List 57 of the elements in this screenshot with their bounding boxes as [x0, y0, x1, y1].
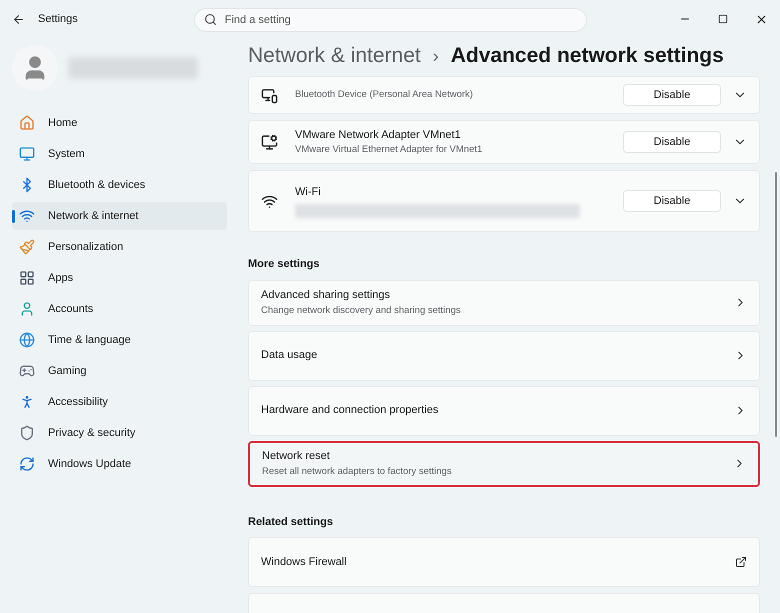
window-title: Settings — [38, 12, 78, 27]
sidebar-item[interactable]: Apps — [12, 264, 227, 292]
settings-card[interactable]: Network reset Reset all network adapters to factory settings — [248, 440, 760, 486]
breadcrumb-separator: › — [432, 44, 439, 68]
external-link-icon — [735, 556, 747, 568]
disable-button[interactable]: Disable — [623, 131, 721, 153]
settings-card[interactable]: Hardware and connection properties — [248, 386, 760, 436]
adapter-description: Bluetooth Device (Personal Area Network) — [295, 88, 474, 102]
home-icon — [19, 115, 35, 131]
card-title: Windows Firewall — [261, 554, 348, 570]
sidebar-item[interactable]: Windows Update — [12, 450, 227, 478]
update-icon — [19, 456, 35, 472]
settings-card[interactable]: Data usage — [248, 330, 760, 380]
wifi-icon — [19, 208, 35, 224]
adapter-description: VMware Virtual Ethernet Adapter for VMnet1 — [295, 143, 484, 158]
card-description: Change network discovery and sharing settings — [261, 304, 462, 318]
sidebar-item[interactable]: Bluetooth & devices — [12, 171, 227, 199]
section-heading: Related settings — [248, 514, 334, 530]
sidebar-item[interactable]: Time & language — [12, 326, 227, 354]
sidebar-item[interactable]: Accessibility — [12, 388, 227, 416]
sidebar-item[interactable]: Personalization — [12, 233, 227, 261]
breadcrumb-parent[interactable]: Network & internet — [248, 40, 421, 72]
apps-grid-icon — [19, 270, 35, 286]
sidebar-item[interactable]: Accounts — [12, 295, 227, 323]
disable-button[interactable]: Disable — [623, 84, 721, 106]
network-adapter-icon — [261, 134, 278, 150]
sidebar-item[interactable]: Network & internet — [12, 202, 227, 230]
adapter-name: Wi-Fi — [295, 184, 322, 200]
page-title: Advanced network settings — [450, 43, 724, 70]
card-title: Hardware and connection properties — [261, 403, 440, 418]
network-device-icon — [261, 86, 278, 104]
sidebar-item[interactable]: Privacy & security — [12, 419, 227, 447]
sidebar-item[interactable]: System — [12, 140, 227, 168]
settings-card[interactable]: Advanced sharing settings Change network discovery and sharing settings — [248, 280, 760, 326]
disable-button[interactable]: Disable — [623, 190, 721, 212]
person-icon — [19, 301, 35, 317]
close-icon — [754, 12, 768, 26]
sidebar-item[interactable]: Gaming — [12, 357, 227, 385]
card-title: Data usage — [261, 348, 318, 364]
shield-icon — [19, 425, 35, 441]
card-title: Network reset — [262, 449, 331, 464]
search-field[interactable]: Find a setting — [194, 8, 587, 32]
scrollbar-thumb[interactable] — [775, 172, 777, 437]
settings-card[interactable]: Windows Firewall — [248, 537, 760, 587]
card-description: Reset all network adapters to factory settings — [262, 464, 453, 479]
card-title: Advanced sharing settings — [261, 288, 392, 304]
search-icon — [204, 13, 217, 26]
sidebar-item[interactable]: Home — [12, 109, 227, 137]
maximize-icon — [718, 14, 728, 24]
back-icon[interactable] — [12, 12, 25, 26]
globe-clock-icon — [19, 332, 35, 348]
adapter-name: VMware Network Adapter VMnet1 — [295, 128, 462, 143]
selection-indicator — [12, 210, 15, 223]
gamepad-icon — [19, 363, 35, 379]
section-heading: More settings — [248, 257, 321, 272]
paintbrush-icon — [19, 239, 35, 255]
monitor-icon — [19, 146, 35, 162]
